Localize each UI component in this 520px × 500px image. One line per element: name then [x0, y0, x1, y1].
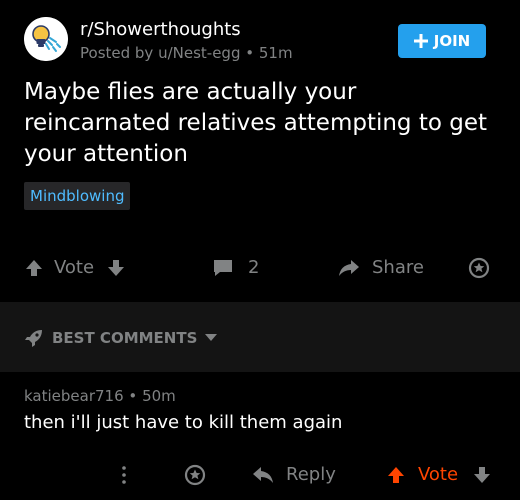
- comment-vote-control: Vote: [386, 464, 492, 485]
- post-header: r/Showerthoughts Posted by u/Nest-egg • …: [0, 0, 520, 70]
- reply-button[interactable]: Reply: [252, 464, 336, 485]
- comment-vote-label: Vote: [418, 464, 459, 485]
- post-action-bar: Vote 2 Share: [0, 246, 520, 290]
- comment-body: then i'll just have to kill them again: [24, 412, 343, 433]
- comment-sort-dropdown[interactable]: BEST COMMENTS: [24, 328, 218, 348]
- subreddit-name[interactable]: r/Showerthoughts: [80, 19, 241, 40]
- upvote-button[interactable]: [24, 258, 44, 278]
- comment-action-bar: Reply Vote: [0, 456, 520, 496]
- share-button[interactable]: Share: [338, 257, 424, 278]
- post-flair[interactable]: Mindblowing: [24, 182, 131, 210]
- comment-age: 50m: [142, 387, 176, 405]
- join-label: JOIN: [433, 32, 471, 50]
- lightbulb-shower-icon: [24, 17, 68, 61]
- award-button[interactable]: [468, 257, 490, 279]
- upvote-icon: [26, 259, 42, 276]
- more-vertical-icon: [122, 466, 126, 484]
- comments-sort-bar: BEST COMMENTS: [0, 302, 520, 372]
- comment-more-button[interactable]: [118, 464, 130, 486]
- upvote-icon: [388, 466, 404, 483]
- reply-label: Reply: [286, 464, 336, 485]
- plus-icon: [413, 34, 428, 48]
- sort-label: BEST COMMENTS: [52, 329, 198, 347]
- comment-downvote-button[interactable]: [472, 465, 492, 485]
- downvote-icon: [108, 259, 125, 276]
- share-icon: [339, 259, 359, 276]
- reply-icon: [253, 466, 273, 483]
- post-meta: Posted by u/Nest-egg • 51m: [80, 44, 293, 62]
- vote-label: Vote: [54, 257, 95, 278]
- meta-separator: •: [245, 44, 255, 62]
- comment-award-button[interactable]: [184, 464, 206, 486]
- vote-control: Vote: [24, 257, 126, 278]
- comment-meta: katiebear716 • 50m: [24, 387, 176, 405]
- award-icon: [184, 464, 206, 486]
- join-button[interactable]: JOIN: [398, 24, 486, 58]
- comment-meta-separator: •: [128, 387, 138, 405]
- comment-count: 2: [248, 257, 260, 278]
- comment-author[interactable]: katiebear716: [24, 387, 124, 405]
- rocket-icon: [25, 330, 42, 347]
- post-title[interactable]: Maybe flies are actually your reincarnat…: [24, 77, 504, 170]
- post-age: 51m: [258, 44, 293, 62]
- comment-upvote-button[interactable]: [386, 465, 406, 485]
- downvote-icon: [474, 466, 491, 483]
- subreddit-avatar[interactable]: [24, 17, 68, 61]
- award-icon: [468, 257, 490, 279]
- share-label: Share: [372, 257, 424, 278]
- comments-button[interactable]: 2: [212, 257, 259, 278]
- post-author[interactable]: Posted by u/Nest-egg: [80, 44, 240, 62]
- comment-icon: [214, 259, 232, 276]
- downvote-button[interactable]: [106, 258, 126, 278]
- caret-down-icon: [205, 334, 218, 341]
